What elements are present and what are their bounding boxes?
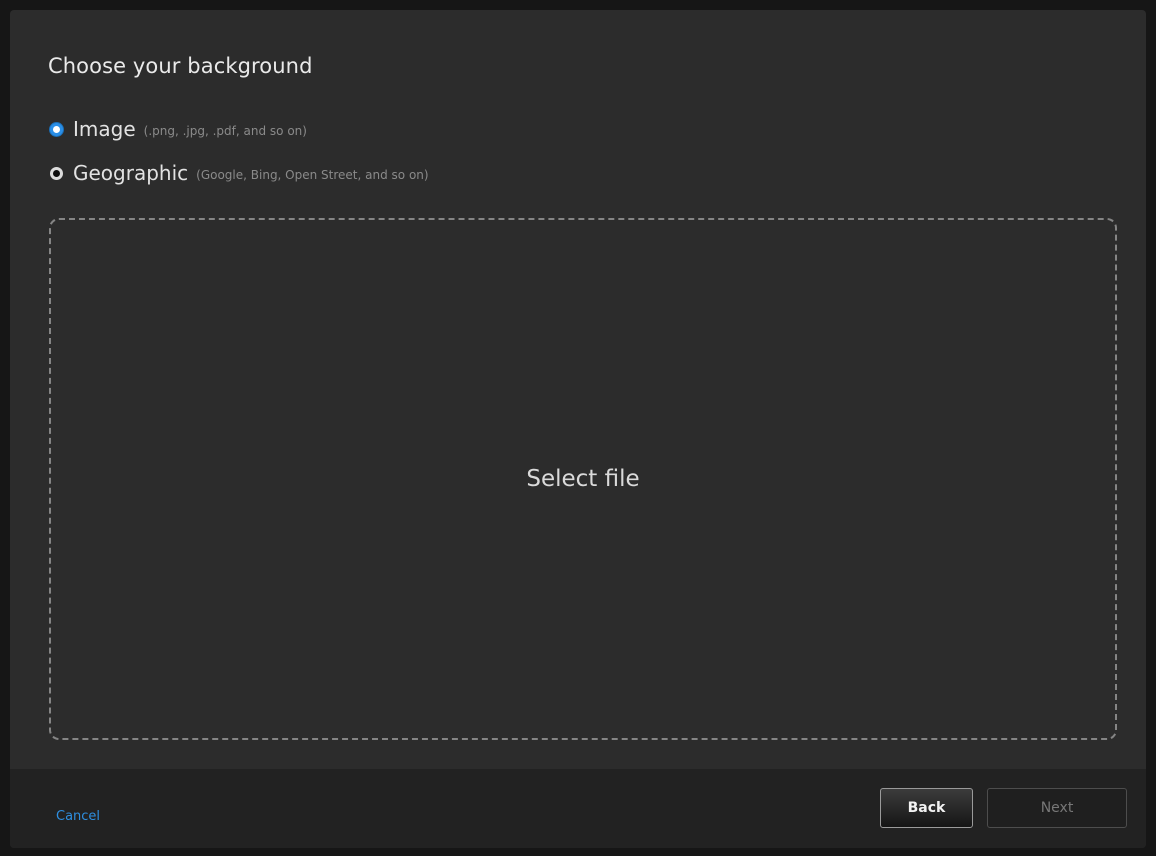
geographic-option-hint: (Google, Bing, Open Street, and so on) — [196, 168, 429, 182]
back-button[interactable]: Back — [880, 788, 973, 828]
geographic-option-label[interactable]: Geographic — [73, 161, 188, 185]
geographic-radio-button[interactable] — [50, 166, 63, 180]
image-option-hint: (.png, .jpg, .pdf, and so on) — [143, 124, 307, 138]
dialog-footer: Cancel Back Next — [10, 769, 1146, 848]
image-option[interactable]: Image (.png, .jpg, .pdf, and so on) — [50, 117, 307, 141]
next-button[interactable]: Next — [987, 788, 1127, 828]
image-radio-button[interactable] — [50, 122, 63, 136]
select-file-label[interactable]: Select file — [526, 466, 639, 492]
background-wizard-dialog: Choose your background Image (.png, .jpg… — [10, 10, 1146, 848]
cancel-link[interactable]: Cancel — [56, 809, 100, 824]
dialog-title: Choose your background — [48, 54, 313, 78]
select-file-dropzone[interactable]: Select file — [49, 218, 1117, 740]
geographic-option[interactable]: Geographic (Google, Bing, Open Street, a… — [50, 161, 429, 185]
image-option-label[interactable]: Image — [73, 117, 136, 141]
